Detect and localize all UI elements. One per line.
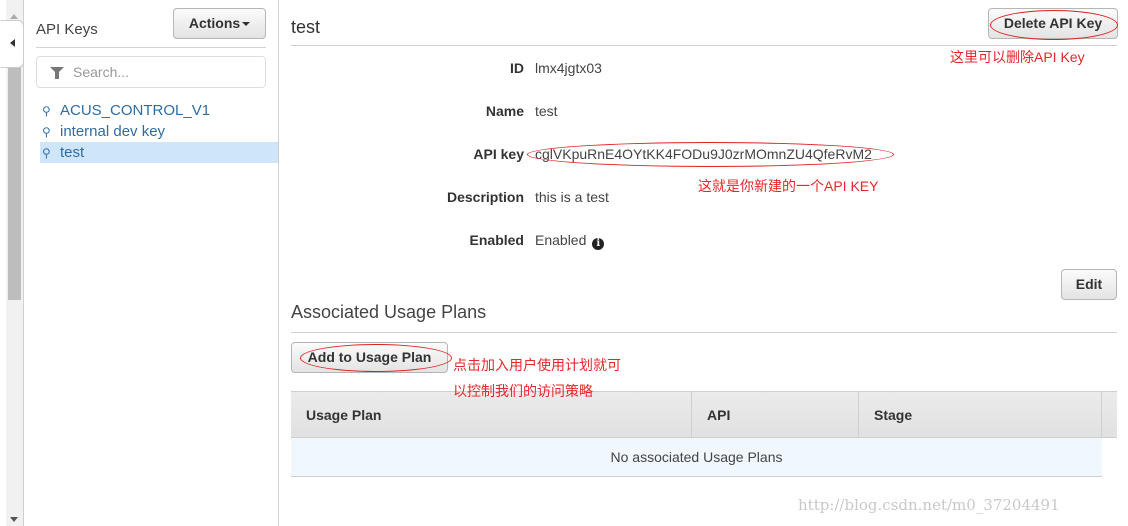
scroll-down-arrow-icon[interactable] <box>10 517 18 522</box>
delete-api-key-button[interactable]: Delete API Key <box>988 8 1118 39</box>
api-key-item-selected[interactable]: ⚲ test <box>40 142 278 163</box>
actions-label: Actions <box>188 15 241 31</box>
key-icon: ⚲ <box>42 146 51 160</box>
table-header: Usage Plan API Stage <box>291 391 1117 438</box>
api-key-label: internal dev key <box>60 123 166 140</box>
field-label-name: Name <box>485 103 524 119</box>
annotation-plan-note-1: 点击加入用户使用计划就可 <box>453 357 621 373</box>
field-label-api-key: API key <box>473 146 524 162</box>
field-value-name: test <box>535 103 558 119</box>
field-value-api-key: cglVKpuRnE4OYtKK4FODu9J0zrMOmnZU4QfeRvM2 <box>535 146 872 162</box>
field-label-enabled: Enabled <box>469 232 524 248</box>
chevron-left-icon <box>10 39 15 47</box>
annotation-plan-note-2: 以控制我们的访问策略 <box>453 383 593 399</box>
section-title-usage-plans: Associated Usage Plans <box>291 302 487 322</box>
empty-table-message: No associated Usage Plans <box>291 438 1102 477</box>
scrollbar-thumb[interactable] <box>8 60 21 300</box>
search-input[interactable] <box>73 62 253 82</box>
key-icon: ⚲ <box>42 104 51 118</box>
scroll-up-arrow-icon[interactable] <box>10 14 18 19</box>
sidebar-title: API Keys <box>36 21 98 38</box>
divider <box>291 332 1117 333</box>
caret-down-icon <box>242 22 251 27</box>
api-key-item[interactable]: ⚲ ACUS_CONTROL_V1 <box>40 100 278 121</box>
column-header-stage[interactable]: Stage <box>859 392 1102 438</box>
enabled-status: Enabled <box>535 232 587 248</box>
watermark: http://blog.csdn.net/m0_37204491 <box>798 496 1060 514</box>
field-value-enabled: Enabled i <box>535 232 605 250</box>
field-value-id: lmx4jgtx03 <box>535 60 602 76</box>
sidebar-divider <box>278 0 279 526</box>
divider <box>291 45 1117 46</box>
edit-button[interactable]: Edit <box>1061 269 1117 300</box>
info-icon[interactable]: i <box>592 238 605 250</box>
divider <box>36 47 266 48</box>
api-key-label: test <box>60 144 85 161</box>
filter-icon-stem <box>55 72 59 79</box>
field-value-description: this is a test <box>535 189 609 205</box>
key-icon: ⚲ <box>42 125 51 139</box>
column-header-api[interactable]: API <box>692 392 859 438</box>
api-key-item[interactable]: ⚲ internal dev key <box>40 121 278 142</box>
field-label-description: Description <box>446 189 524 205</box>
page-title: test <box>291 17 321 37</box>
field-label-id: ID <box>510 60 524 76</box>
add-to-usage-plan-button[interactable]: Add to Usage Plan <box>291 342 448 373</box>
api-key-label: ACUS_CONTROL_V1 <box>60 102 211 119</box>
actions-button[interactable]: Actions <box>173 8 266 39</box>
annotation-delete-note: 这里可以删除API Key <box>950 49 1085 65</box>
search-box[interactable] <box>36 56 266 88</box>
annotation-key-note: 这就是你新建的一个API KEY <box>698 178 879 194</box>
